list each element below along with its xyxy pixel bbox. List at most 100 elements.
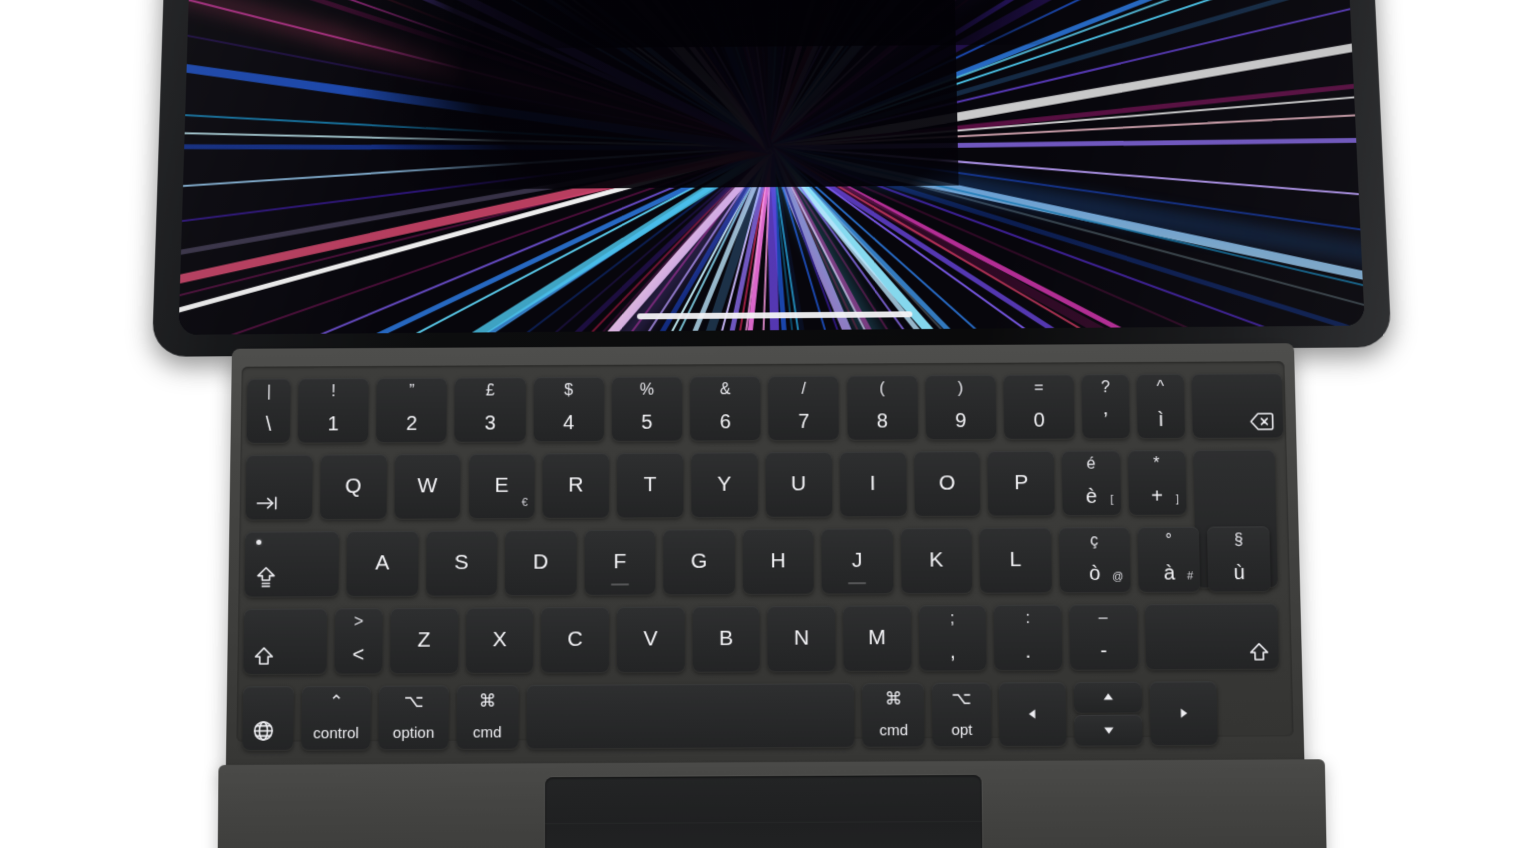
key-0[interactable]: = 0 (1003, 374, 1075, 439)
key-lower-label: 2 (405, 412, 418, 436)
key-option-left[interactable]: ⌥ option (378, 685, 449, 750)
key-t[interactable]: T (617, 452, 684, 518)
key-label: Z (417, 628, 431, 652)
key-lower-label: ù (1233, 561, 1246, 585)
key-5[interactable]: % 5 (611, 376, 683, 441)
key-command-left[interactable]: ⌘ cmd (456, 684, 519, 749)
key-shift-left[interactable] (243, 608, 327, 675)
key-p[interactable]: P (987, 450, 1055, 516)
key-shift-right[interactable] (1144, 603, 1279, 670)
key-caps-lock[interactable] (244, 531, 340, 597)
key-control[interactable]: ⌃ control (301, 685, 372, 750)
ipad-display[interactable]: 09:41 Martedì 20 aprile (178, 0, 1365, 335)
key-f[interactable]: F (584, 529, 656, 595)
key-label: O (938, 471, 956, 495)
key-upper-label: > (353, 613, 364, 631)
key-globe[interactable] (242, 686, 294, 751)
key-arrow-right[interactable] (1149, 681, 1219, 746)
key-s[interactable]: S (425, 530, 498, 596)
key-upper-label: ” (409, 382, 415, 400)
key-upper-label: : (1025, 609, 1031, 628)
key-a[interactable]: A (346, 530, 419, 597)
globe-icon (253, 720, 275, 742)
key-apostrophe[interactable]: ?’ (1081, 374, 1130, 439)
key-g[interactable]: G (663, 529, 735, 595)
key-label: V (643, 627, 658, 651)
key-delete[interactable] (1191, 373, 1283, 438)
key-lower-label: 0 (1033, 409, 1045, 432)
key-n[interactable]: N (767, 605, 836, 672)
key-e[interactable]: E € (468, 453, 535, 519)
trackpad[interactable] (544, 774, 983, 848)
key-label: F (613, 549, 627, 574)
trackpad-sheen (545, 821, 982, 824)
key-degree-agrave[interactable]: ° à # (1137, 526, 1201, 592)
modifier-symbol: ⌥ (403, 691, 424, 712)
key-ccedilla-ograve[interactable]: ç ò @ (1058, 527, 1131, 593)
key-tab[interactable] (245, 454, 313, 520)
key-less-greater[interactable]: > < (334, 608, 383, 674)
key-l[interactable]: L (979, 527, 1052, 593)
key-space[interactable] (526, 683, 855, 749)
key-underscore-hyphen[interactable]: – - (1069, 604, 1138, 670)
arrow-up-icon (1101, 691, 1115, 703)
key-k[interactable]: K (900, 527, 973, 594)
key-arrow-left[interactable] (998, 682, 1067, 747)
caps-lock-indicator (256, 539, 262, 545)
key-label: G (690, 549, 708, 573)
key-7[interactable]: /7 (768, 375, 840, 441)
key-c[interactable]: C (541, 606, 609, 673)
key-alt-label: ] (1175, 493, 1180, 506)
key-lower-label: 3 (484, 412, 496, 435)
key-6[interactable]: & 6 (690, 376, 761, 441)
key-w[interactable]: W (394, 453, 461, 519)
key-8[interactable]: (8 (846, 375, 918, 440)
key-r[interactable]: R (542, 453, 610, 518)
key-4[interactable]: $4 (533, 376, 604, 442)
key-command-right[interactable]: ⌘ cmd (862, 682, 925, 747)
key-lower-label: , (949, 640, 956, 664)
key-label: S (454, 550, 469, 575)
key-o[interactable]: O (913, 451, 981, 517)
magic-keyboard-deck: | \! 1” 2 £3 $4% 5 & 6/7(8) 9 = 0?’ ^ ì Q W E € R T Y U I O Pé è[… (225, 343, 1305, 775)
key-j[interactable]: J (821, 528, 894, 594)
key-arrow-up[interactable] (1073, 681, 1142, 713)
key-3[interactable]: £3 (454, 377, 526, 442)
ipad-pro-device: 09:41 Martedì 20 aprile (151, 0, 1392, 357)
key-upper-label: – (1098, 609, 1108, 627)
key-9[interactable]: ) 9 (925, 374, 997, 440)
key-lower-label: ì (1157, 408, 1164, 432)
modifier-symbol: ⌃ (329, 692, 344, 712)
key-u[interactable]: U (765, 451, 832, 517)
key-d[interactable]: D (505, 529, 577, 596)
key-upper-label: | (266, 383, 272, 401)
key-lower-label: 1 (327, 413, 339, 436)
key-alt-label: € (521, 496, 528, 509)
key-v[interactable]: V (616, 606, 685, 673)
key-2[interactable]: ” 2 (376, 377, 448, 443)
key-option-right[interactable]: ⌥ opt (932, 682, 992, 747)
key-igrave[interactable]: ^ ì (1136, 373, 1185, 439)
key-b[interactable]: B (692, 606, 760, 672)
key-arrow-down[interactable] (1074, 714, 1143, 746)
key-asterisk-plus[interactable]: * +] (1127, 450, 1187, 515)
key-m[interactable]: M (843, 605, 912, 671)
key-y[interactable]: Y (691, 452, 758, 518)
key-z[interactable]: Z (390, 607, 459, 674)
key-lower-label: ’ (1103, 409, 1109, 432)
key-label: C (567, 627, 583, 651)
key-x[interactable]: X (465, 607, 534, 673)
key-label: Y (717, 472, 732, 496)
key-eacute-egrave[interactable]: é è[ (1061, 450, 1121, 516)
key-backslash-pipe[interactable]: | \ (246, 378, 291, 443)
key-alt-label: @ (1111, 570, 1124, 583)
key-h[interactable]: H (742, 528, 814, 594)
key-i[interactable]: I (839, 451, 907, 517)
key-section-ugrave[interactable]: § ù (1207, 526, 1271, 592)
home-key-ridge (848, 582, 867, 585)
key-semicolon-comma[interactable]: ;, (918, 604, 987, 671)
key-1[interactable]: ! 1 (297, 378, 369, 443)
key-upper-label: ! (331, 383, 336, 401)
key-q[interactable]: Q (319, 454, 387, 520)
key-colon-period[interactable]: :. (993, 604, 1063, 671)
